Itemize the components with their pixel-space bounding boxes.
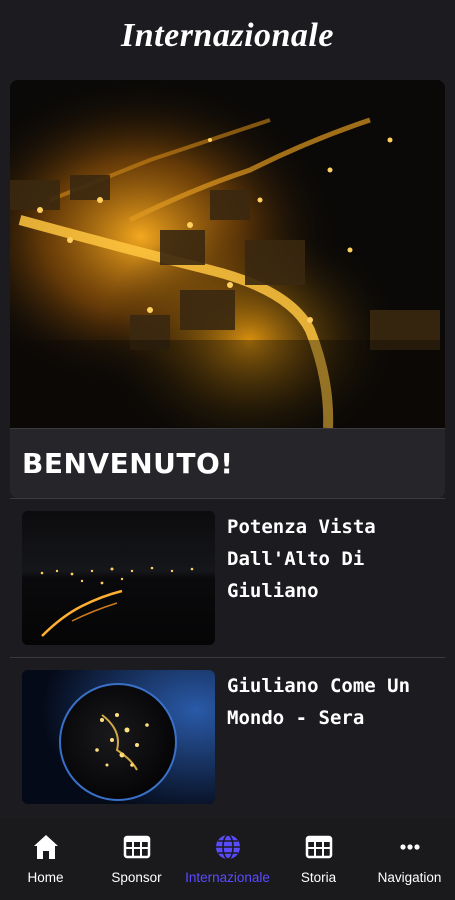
list-item[interactable]: Giuliano Come Un Mondo - Sera: [10, 658, 445, 816]
tab-home[interactable]: Home: [0, 818, 91, 900]
tab-navigation[interactable]: Navigation: [364, 818, 455, 900]
table-icon: [305, 835, 332, 859]
item-title: Potenza Vista Dall'Alto Di Giuliano: [227, 516, 376, 602]
more-icon: [399, 844, 420, 850]
tab-sponsor[interactable]: Sponsor: [91, 818, 182, 900]
welcome-label: BENVENUTO!: [22, 447, 234, 480]
hero-card[interactable]: BENVENUTO!: [10, 80, 445, 498]
tab-label: Navigation: [377, 870, 442, 885]
list-item[interactable]: Potenza Vista Dall'Alto Di Giuliano: [10, 499, 445, 657]
welcome-section: BENVENUTO!: [10, 428, 445, 498]
tab-internazionale[interactable]: Internazionale: [182, 818, 273, 900]
tab-label: Home: [27, 870, 64, 885]
bottom-tab-bar: Home Sponsor Internazionale Storia Navig…: [0, 818, 455, 900]
item-thumbnail: [22, 670, 215, 804]
item-title: Giuliano Come Un Mondo - Sera: [227, 675, 411, 729]
table-icon: [123, 835, 150, 859]
hero-image: [10, 80, 445, 428]
tab-label: Sponsor: [111, 870, 162, 885]
tab-storia[interactable]: Storia: [273, 818, 364, 900]
app-header: Internazionale: [0, 0, 455, 72]
tab-label: Internazionale: [185, 870, 270, 885]
home-icon: [33, 835, 58, 859]
tab-label: Storia: [300, 870, 337, 885]
page-title: Internazionale: [121, 17, 334, 54]
item-thumbnail: [22, 511, 215, 645]
globe-icon: [215, 834, 240, 860]
